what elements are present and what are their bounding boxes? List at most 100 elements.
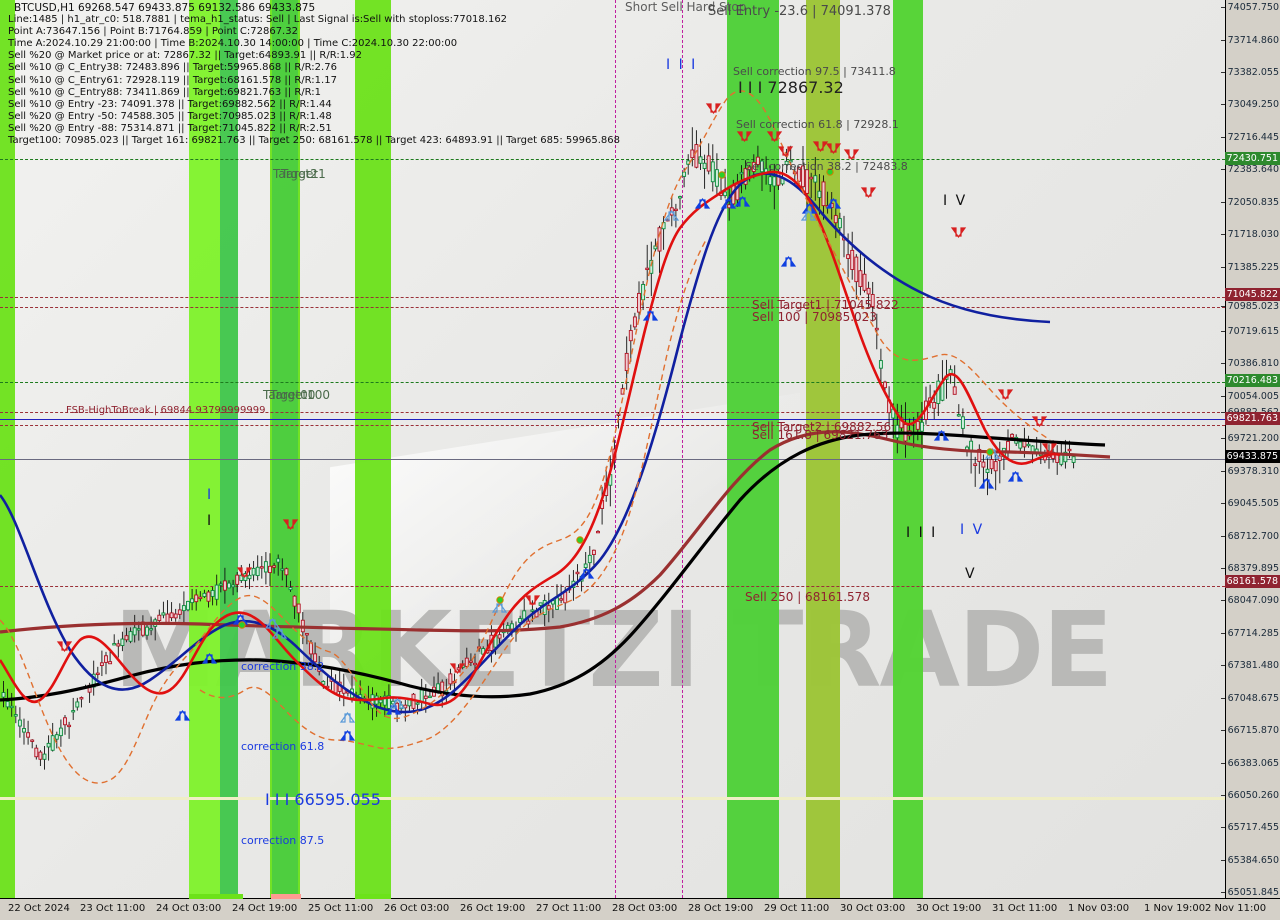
chart-annotation: Target1: [281, 167, 326, 181]
axis-tick-mark: [1220, 503, 1225, 504]
price-tick-label: 69045.505: [1220, 498, 1279, 509]
axis-tick-mark: [1220, 7, 1225, 8]
price-tick-label: 65384.650: [1220, 855, 1279, 866]
time-axis-band: [271, 894, 301, 899]
chart-annotation: correction 61.8: [241, 740, 325, 753]
price-tick-label: 69378.310: [1220, 466, 1279, 477]
price-tick-label: 70985.023: [1220, 301, 1279, 312]
price-tick-label: 67048.675: [1220, 693, 1279, 704]
price-tick-label: 65717.455: [1220, 822, 1279, 833]
axis-tick-mark: [1220, 633, 1225, 634]
axis-tick-mark: [1220, 536, 1225, 537]
time-tick-label: 1 Nov 19:00: [1144, 903, 1206, 914]
info-line-5: Sell %10 @ C_Entry61: 72928.119 || Targe…: [8, 74, 337, 86]
chart-annotation: Sell 250 | 68161.578: [745, 590, 870, 604]
axis-tick-mark: [1220, 169, 1225, 170]
price-tick-label: 70386.810: [1220, 358, 1279, 369]
time-axis-band: [355, 894, 391, 899]
axis-tick-mark: [1220, 40, 1225, 41]
price-tag[interactable]: 71045.822: [1224, 288, 1280, 301]
chart-annotation: Sell Entry -23.6 | 74091.378: [708, 4, 891, 19]
axis-tick-mark: [1220, 827, 1225, 828]
trading-chart-window[interactable]: MARKETZI TRADE Short Sell Hard Stop Sell …: [0, 0, 1280, 920]
info-line-4: Sell %10 @ C_Entry38: 72483.896 || Targe…: [8, 62, 337, 74]
axis-tick-mark: [1220, 331, 1225, 332]
time-tick-label: 28 Oct 03:00: [612, 903, 678, 914]
price-tick-label: 66383.065: [1220, 758, 1279, 769]
info-line-1: Point A:73647.156 | Point B:71764.859 | …: [8, 26, 298, 38]
axis-tick-mark: [1220, 795, 1225, 796]
price-axis[interactable]: 74057.750 73714.860 73382.055 73049.250 7271…: [1220, 0, 1280, 898]
signal-arrow: [491, 601, 508, 613]
wave-label: I I I: [906, 525, 938, 541]
price-tick-label: 66715.870: [1220, 725, 1279, 736]
time-tick-label: 31 Oct 11:00: [992, 903, 1058, 914]
signal-arrow: [1031, 416, 1048, 428]
price-tag[interactable]: 69821.763: [1224, 412, 1280, 425]
signal-arrow: [825, 143, 842, 155]
time-axis-band: [189, 894, 243, 899]
price-tag[interactable]: 69433.875: [1224, 450, 1280, 463]
axis-tick-mark: [1220, 202, 1225, 203]
price-tag[interactable]: 70216.483: [1224, 374, 1280, 387]
info-line-2: Time A:2024.10.29 21:00:00 | Time B:2024…: [8, 38, 458, 50]
signal-arrow: [339, 729, 356, 741]
price-tick-label: 72716.445: [1220, 132, 1279, 143]
time-tick-label: 30 Oct 03:00: [840, 903, 906, 914]
chart-annotation: Sell correction 97.5 | 73411.8: [733, 65, 896, 78]
time-tick-label: 2 Nov 11:00: [1205, 903, 1267, 914]
price-tick-label: 68047.090: [1220, 595, 1279, 606]
price-tag[interactable]: 72430.751: [1224, 152, 1280, 165]
time-tick-label: 28 Oct 19:00: [688, 903, 754, 914]
signal-arrow: [997, 389, 1014, 401]
price-tick-label: 72383.640: [1220, 164, 1279, 175]
info-line-7: Sell %10 @ Entry -23: 74091.378 || Targe…: [8, 98, 332, 110]
chart-annotation: I I I 66595.055: [265, 790, 381, 809]
info-line-10: Target100: 70985.023 || Target 161: 6982…: [8, 135, 620, 147]
chart-annotation: correction 87.5: [241, 834, 325, 847]
chart-annotation: I I I 72867.32: [738, 78, 844, 97]
time-tick-label: 27 Oct 11:00: [536, 903, 602, 914]
axis-tick-mark: [1220, 137, 1225, 138]
signal-arrow: [978, 477, 995, 489]
wave-label: V: [965, 566, 977, 582]
price-tick-label: 70719.615: [1220, 326, 1279, 337]
signal-arrow: [282, 519, 299, 531]
price-tag[interactable]: 68161.578: [1224, 575, 1280, 588]
price-tick-label: 72050.835: [1220, 197, 1279, 208]
axis-tick-mark: [1220, 104, 1225, 105]
wave-label: I: [207, 513, 214, 529]
symbol-ohlc-line: BTCUSD,H1 69268.547 69433.875 69132.586 …: [14, 2, 316, 14]
signal-arrow: [174, 709, 191, 721]
price-tick-label: 67381.480: [1220, 660, 1279, 671]
pivot-marker: [986, 448, 994, 456]
price-tick-label: 66050.260: [1220, 790, 1279, 801]
axis-tick-mark: [1220, 600, 1225, 601]
wave-label: I V: [960, 522, 985, 538]
time-tick-label: 30 Oct 19:00: [916, 903, 982, 914]
time-tick-label: 23 Oct 11:00: [80, 903, 146, 914]
time-tick-label: 24 Oct 03:00: [156, 903, 222, 914]
axis-tick-mark: [1220, 730, 1225, 731]
chart-annotation: Sell 161.8 | 69821.763: [752, 428, 889, 442]
price-tick-label: 68379.895: [1220, 563, 1279, 574]
price-tick-label: 71385.225: [1220, 262, 1279, 273]
info-line-9: Sell %20 @ Entry -88: 75314.871 || Targe…: [8, 122, 332, 134]
axis-tick-mark: [1220, 471, 1225, 472]
price-tick-label: 74057.750: [1220, 2, 1279, 13]
signal-arrow: [860, 187, 877, 199]
axis-tick-mark: [1220, 306, 1225, 307]
signal-arrow: [1007, 470, 1024, 482]
time-tick-label: 26 Oct 03:00: [384, 903, 450, 914]
axis-tick-mark: [1220, 267, 1225, 268]
time-axis[interactable]: 22 Oct 2024 23 Oct 11:00 24 Oct 03:00 24 Oc…: [0, 894, 1280, 920]
wave-label: I V: [943, 193, 968, 209]
price-tick-label: 65051.845: [1220, 887, 1279, 898]
time-tick-label: 1 Nov 03:00: [1068, 903, 1130, 914]
chart-info-panel: BTCUSD,H1 69268.547 69433.875 69132.586 …: [8, 2, 620, 147]
price-tick-label: 73049.250: [1220, 99, 1279, 110]
time-tick-label: 24 Oct 19:00: [232, 903, 298, 914]
price-tick-label: 73382.055: [1220, 67, 1279, 78]
wave-label: I: [207, 487, 214, 503]
price-tick-label: 67714.285: [1220, 628, 1279, 639]
